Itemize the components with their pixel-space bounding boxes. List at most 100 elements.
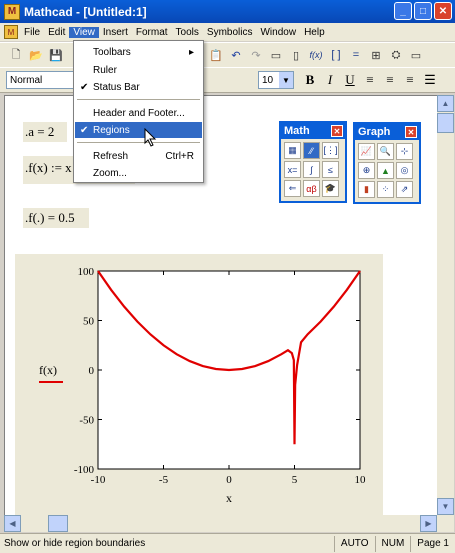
window-title: Mathcad - [Untitled:1]: [24, 4, 147, 19]
formatting-toolbar: Normal ▼ 10 ▼ B I U ≡ ≡ ≡ ☰: [0, 67, 455, 93]
maximize-button[interactable]: □: [414, 2, 432, 20]
menu-item-refresh[interactable]: Refresh Ctrl+R: [75, 148, 202, 164]
polar-plot-icon[interactable]: ⊕: [358, 162, 375, 179]
checkmark-icon: ✔: [80, 81, 89, 93]
view-menu-dropdown: Toolbars ▸ Ruler ✔ Status Bar Header and…: [73, 40, 204, 183]
close-icon[interactable]: ✕: [331, 125, 343, 137]
scroll-right-icon[interactable]: ▶: [420, 515, 437, 532]
minimize-button[interactable]: _: [394, 2, 412, 20]
menu-item-regions[interactable]: ✔ Regions: [75, 122, 202, 138]
align-left-icon[interactable]: ≡: [360, 71, 380, 89]
scroll-up-icon[interactable]: ▲: [437, 95, 454, 112]
status-message: Show or hide region boundaries: [4, 538, 146, 549]
mathcad-app-icon[interactable]: M: [4, 3, 20, 20]
graph-palette: Graph ✕ 📈 🔍 ⊹ ⊕ ▲ ◎ ▮ ⁘ ⇗: [353, 122, 421, 204]
trace-icon[interactable]: ⊹: [396, 143, 413, 160]
insert-function-icon[interactable]: f(x): [306, 46, 326, 64]
menu-help[interactable]: Help: [300, 27, 329, 38]
menu-edit[interactable]: Edit: [44, 27, 69, 38]
xy-plot-icon[interactable]: 📈: [358, 143, 375, 160]
zoom-icon[interactable]: ▭: [406, 46, 426, 64]
scroll-down-icon[interactable]: ▼: [437, 498, 454, 515]
calculus-icon[interactable]: ∫: [303, 161, 320, 178]
menu-item-status-bar[interactable]: ✔ Status Bar: [75, 79, 202, 95]
menu-file[interactable]: File: [20, 27, 44, 38]
vector-field-icon[interactable]: ⇗: [396, 181, 413, 198]
vertical-scroll-thumb[interactable]: [437, 113, 454, 133]
boolean-icon[interactable]: ≤: [322, 161, 339, 178]
scatter-plot-icon[interactable]: ⁘: [377, 181, 394, 198]
symbolic-icon[interactable]: 🎓: [322, 180, 339, 197]
align-center-icon[interactable]: ≡: [380, 71, 400, 89]
new-document-icon[interactable]: 🗋: [6, 46, 26, 64]
greek-icon[interactable]: αβ: [303, 180, 320, 197]
align-right-icon[interactable]: ≡: [400, 71, 420, 89]
menu-tools[interactable]: Tools: [172, 27, 203, 38]
align-across-icon[interactable]: ▭: [266, 46, 286, 64]
bar-plot-icon[interactable]: ▮: [358, 181, 375, 198]
title-bar: M Mathcad - [Untitled:1] _ □ ✕: [0, 0, 455, 23]
evaluation-icon[interactable]: x=: [284, 161, 301, 178]
mouse-cursor-icon: [144, 128, 157, 147]
page-indicator: Page 1: [410, 535, 455, 552]
scroll-left-icon[interactable]: ◀: [4, 515, 21, 532]
italic-button[interactable]: I: [320, 71, 340, 89]
underline-button[interactable]: U: [340, 71, 360, 89]
menu-window[interactable]: Window: [256, 27, 300, 38]
font-size-select[interactable]: 10 ▼: [258, 71, 294, 89]
graph-toolbar-icon[interactable]: ⁄∕: [303, 142, 320, 159]
programming-icon[interactable]: ⇐: [284, 180, 301, 197]
resource-center-icon[interactable]: ⛭: [386, 46, 406, 64]
checkmark-icon: ✔: [80, 124, 89, 136]
menu-item-ruler[interactable]: Ruler: [75, 62, 202, 78]
paste-icon[interactable]: 📋: [206, 46, 226, 64]
y-tick-label: 50: [83, 316, 95, 328]
menu-insert[interactable]: Insert: [99, 27, 132, 38]
document-icon[interactable]: M: [4, 25, 18, 39]
calculate-icon[interactable]: =: [346, 46, 366, 64]
menu-separator: [77, 99, 200, 100]
zoom-plot-icon[interactable]: 🔍: [377, 143, 394, 160]
open-folder-icon[interactable]: 📂: [26, 46, 46, 64]
standard-toolbar: 🗋 📂 💾 📋 ↶ ↷ ▭ ▯ f(x) [ ] = ⊞ ⛭ ▭: [0, 42, 455, 68]
y-tick-label: 0: [89, 365, 95, 377]
matrix-icon[interactable]: [⋮]: [322, 142, 339, 159]
horizontal-scrollbar[interactable]: ◀ ▶: [4, 515, 454, 532]
menu-format[interactable]: Format: [132, 27, 172, 38]
status-bar: Show or hide region boundaries AUTO NUM …: [0, 533, 455, 553]
menu-view[interactable]: View: [69, 26, 99, 38]
y-axis-label: f(x): [39, 363, 57, 377]
redo-icon[interactable]: ↷: [246, 46, 266, 64]
close-icon[interactable]: ✕: [405, 126, 417, 138]
menu-symbolics[interactable]: Symbolics: [203, 27, 257, 38]
surface-plot-icon[interactable]: ▲: [377, 162, 394, 179]
bold-button[interactable]: B: [300, 71, 320, 89]
bullets-icon[interactable]: ☰: [420, 71, 440, 89]
num-lock-indicator: NUM: [374, 535, 411, 552]
math-palette: Math ✕ ▦ ⁄∕ [⋮] x= ∫ ≤ ⇐ αβ 🎓: [279, 121, 347, 203]
menu-item-header-footer[interactable]: Header and Footer...: [75, 105, 202, 121]
chevron-down-icon: ▼: [279, 72, 293, 88]
menu-item-zoom[interactable]: Zoom...: [75, 165, 202, 181]
vertical-scrollbar[interactable]: ▲ ▼: [437, 95, 454, 515]
y-tick-label: -50: [79, 415, 94, 427]
x-tick-label: 5: [292, 474, 298, 486]
calculator-icon[interactable]: ▦: [284, 142, 301, 159]
horizontal-scroll-thumb[interactable]: [48, 515, 68, 532]
x-tick-label: 0: [226, 474, 232, 486]
x-tick-label: 10: [355, 474, 367, 486]
align-down-icon[interactable]: ▯: [286, 46, 306, 64]
menu-item-toolbars[interactable]: Toolbars ▸: [75, 44, 202, 60]
close-button[interactable]: ✕: [434, 2, 452, 20]
submenu-arrow-icon: ▸: [188, 46, 194, 58]
insert-unit-icon[interactable]: [ ]: [326, 46, 346, 64]
x-tick-label: -10: [91, 474, 106, 486]
save-icon[interactable]: 💾: [46, 46, 66, 64]
x-axis-label: x: [226, 491, 232, 505]
insert-component-icon[interactable]: ⊞: [366, 46, 386, 64]
y-tick-label: 100: [78, 266, 95, 278]
x-tick-label: -5: [159, 474, 169, 486]
undo-icon[interactable]: ↶: [226, 46, 246, 64]
contour-plot-icon[interactable]: ◎: [396, 162, 413, 179]
menu-bar: M File Edit View Insert Format Tools Sym…: [0, 23, 455, 41]
